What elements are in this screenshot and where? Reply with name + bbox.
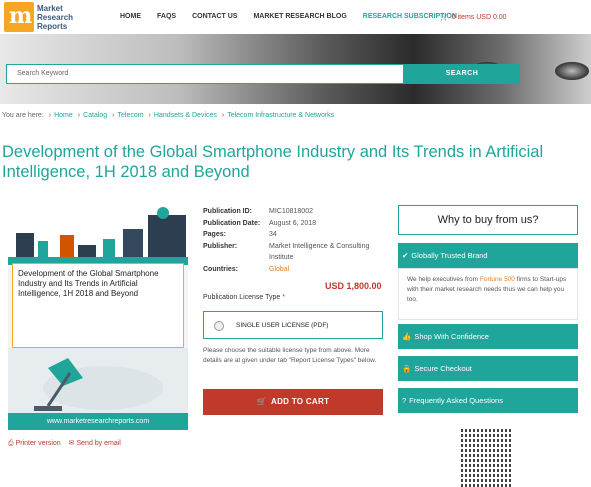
qr-code bbox=[461, 428, 513, 487]
cover-actions: ⎙ Printer version ✉ Send by email bbox=[8, 439, 121, 448]
secure-checkout-item[interactable]: 🔒 Secure Checkout bbox=[398, 356, 578, 381]
report-meta: Publication ID: MIC10818002 Publication D… bbox=[203, 206, 389, 276]
nav-blog[interactable]: MARKET RESEARCH BLOG bbox=[253, 13, 346, 20]
faq-item[interactable]: ? Frequently Asked Questions bbox=[398, 388, 578, 413]
check-icon: ✔ bbox=[402, 251, 409, 260]
cart-icon: 🛒 bbox=[256, 397, 267, 406]
mail-icon: ✉ bbox=[68, 440, 75, 447]
why-buy-heading: Why to buy from us? bbox=[398, 205, 578, 235]
site-header: m Market Research Reports HOME FAQS CONTAC… bbox=[0, 0, 591, 34]
price: USD 1,800.00 bbox=[325, 281, 382, 291]
page-title: Development of the Global Smartphone Ind… bbox=[2, 143, 544, 181]
meta-row: Publisher: Market Intelligence & Consulti… bbox=[203, 242, 370, 262]
printer-icon: ⎙ bbox=[8, 440, 14, 447]
cart-icon: 🛒 bbox=[440, 14, 449, 21]
license-radio[interactable] bbox=[214, 321, 224, 331]
main-nav: HOME FAQS CONTACT US MARKET RESEARCH BLO… bbox=[120, 13, 473, 20]
add-to-cart-button[interactable]: 🛒 ADD TO CART bbox=[203, 389, 383, 415]
breadcrumb-telecom[interactable]: Telecom bbox=[118, 112, 144, 119]
send-email-link[interactable]: Send by email bbox=[76, 440, 120, 447]
trust-text: We help executives from Fortune 500 firm… bbox=[398, 268, 578, 320]
meta-row: Publication Date: August 6, 2018 bbox=[203, 219, 317, 227]
cart-total: 0 items USD 0.00 bbox=[451, 14, 507, 21]
cart-summary[interactable]: 🛒 0 items USD 0.00 bbox=[440, 13, 507, 21]
report-cover-image: Development of the Global Smartphone Ind… bbox=[8, 205, 188, 430]
meta-row: Countries: Global bbox=[203, 264, 389, 276]
breadcrumb-home[interactable]: Home bbox=[54, 112, 73, 119]
license-type-label: Publication License Type * bbox=[203, 294, 285, 301]
shop-confidence-item[interactable]: 👍 Shop With Confidence bbox=[398, 324, 578, 349]
logo-icon: m bbox=[4, 2, 34, 32]
question-icon: ? bbox=[402, 396, 407, 405]
thumbs-up-icon: 👍 bbox=[402, 332, 412, 341]
cover-title: Development of the Global Smartphone Ind… bbox=[12, 263, 184, 348]
breadcrumb: You are here: › Home › Catalog › Telecom › H… bbox=[2, 112, 335, 119]
site-logo[interactable]: m Market Research Reports bbox=[4, 2, 77, 32]
cover-lamp-illustration bbox=[8, 348, 188, 418]
meta-row: Publication ID: MIC10818002 bbox=[203, 208, 313, 215]
nav-contact[interactable]: CONTACT US bbox=[192, 13, 237, 20]
hero-banner: Search Keyword SEARCH bbox=[0, 34, 591, 104]
search-button[interactable]: SEARCH bbox=[404, 64, 520, 84]
breadcrumb-label: You are here: bbox=[2, 112, 44, 119]
breadcrumb-handsets[interactable]: Handsets & Devices bbox=[154, 112, 217, 119]
globally-trusted-item[interactable]: ✔ Globally Trusted Brand bbox=[398, 243, 578, 268]
nav-faqs[interactable]: FAQS bbox=[157, 13, 176, 20]
countries-link[interactable]: Global bbox=[269, 264, 389, 276]
cover-footer-url: www.marketresearchreports.com bbox=[8, 413, 188, 430]
nav-home[interactable]: HOME bbox=[120, 13, 141, 20]
banner-eye-image bbox=[555, 62, 589, 80]
meta-row: Pages: 34 bbox=[203, 231, 277, 239]
license-note: Please choose the suitable license type … bbox=[203, 347, 377, 364]
license-option-label: SINGLE USER LICENSE (PDF) bbox=[236, 322, 329, 329]
logo-text: Market Research Reports bbox=[37, 3, 74, 31]
breadcrumb-infrastructure[interactable]: Telecom Infrastructure & Networks bbox=[227, 112, 334, 119]
search-input[interactable]: Search Keyword bbox=[6, 64, 404, 84]
lock-icon: 🔒 bbox=[402, 364, 412, 373]
breadcrumb-catalog[interactable]: Catalog bbox=[83, 112, 107, 119]
license-option[interactable]: SINGLE USER LICENSE (PDF) bbox=[203, 311, 383, 339]
printer-version-link[interactable]: Printer version bbox=[16, 440, 61, 447]
